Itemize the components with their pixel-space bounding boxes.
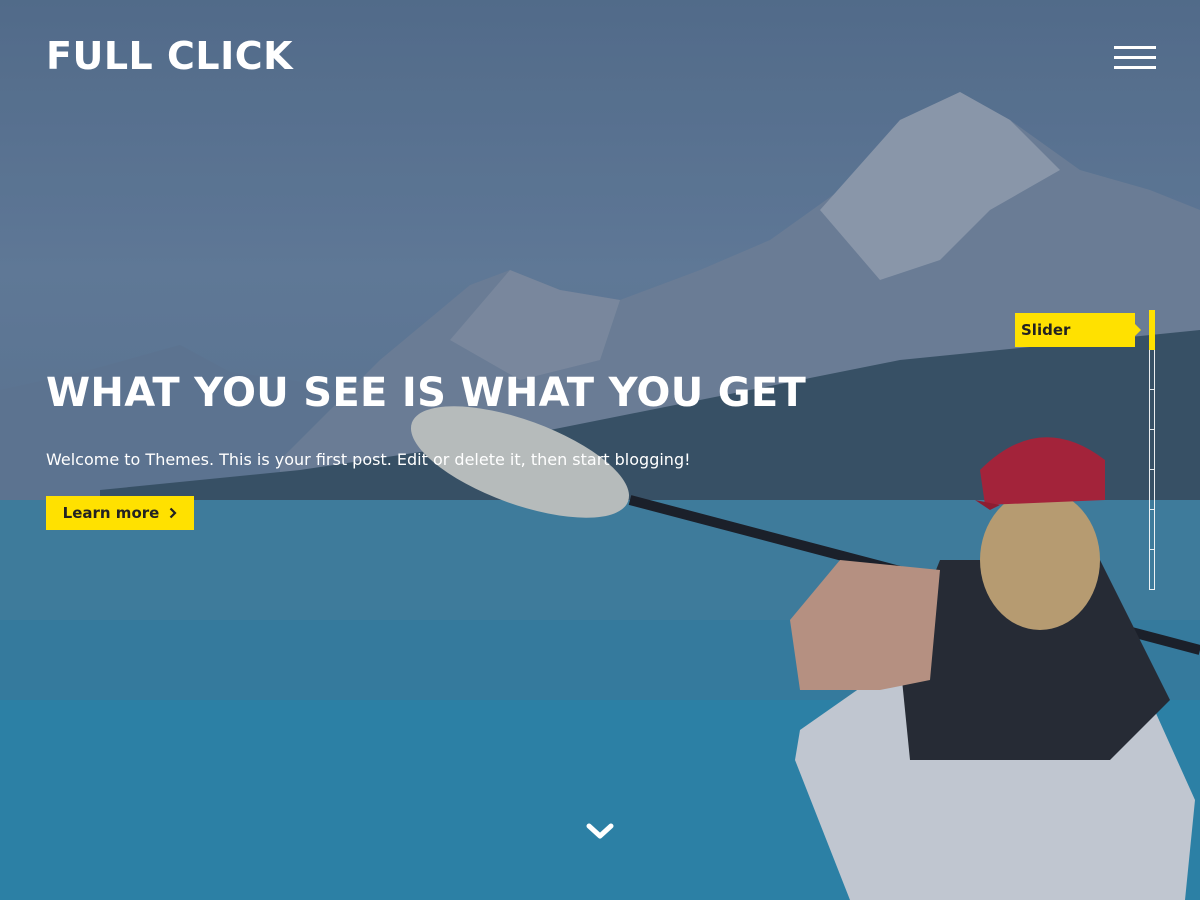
section-nav-dot[interactable]: [1149, 390, 1155, 430]
learn-more-label: Learn more: [62, 504, 160, 522]
section-nav-dot-slider[interactable]: [1149, 310, 1155, 350]
learn-more-button[interactable]: Learn more: [46, 496, 194, 530]
hero-section: FULL CLICK WHAT YOU SEE IS WHAT YOU GET …: [0, 0, 1200, 900]
section-nav: [1149, 310, 1155, 590]
section-nav-dot[interactable]: [1149, 350, 1155, 390]
chevron-down-icon[interactable]: [586, 820, 614, 842]
section-nav-dot[interactable]: [1149, 510, 1155, 550]
section-nav-dot[interactable]: [1149, 550, 1155, 590]
slide-excerpt: Welcome to Themes. This is your first po…: [46, 450, 691, 469]
site-title[interactable]: FULL CLICK: [46, 34, 293, 78]
section-nav-dot[interactable]: [1149, 430, 1155, 470]
hamburger-menu-icon[interactable]: [1114, 46, 1156, 72]
section-nav-tooltip: Slider: [1015, 313, 1141, 347]
chevron-right-icon: [170, 507, 177, 519]
section-nav-dot[interactable]: [1149, 470, 1155, 510]
slide-headline[interactable]: WHAT YOU SEE IS WHAT YOU GET: [46, 370, 806, 416]
